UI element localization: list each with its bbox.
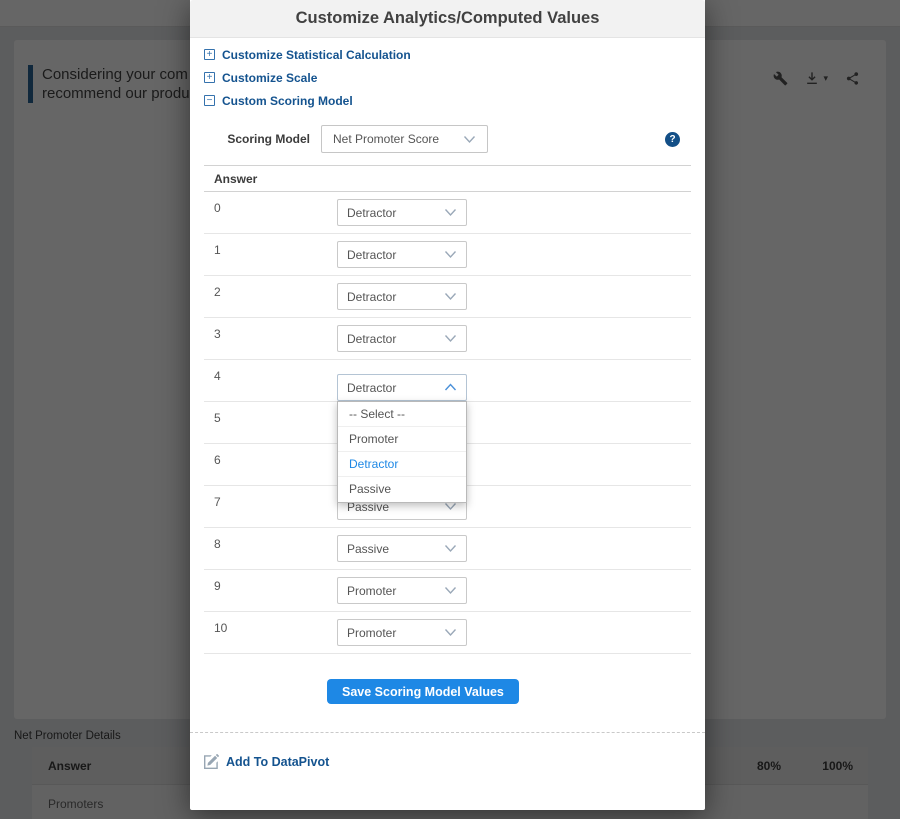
section-customize-statistical-calculation[interactable]: + Customize Statistical Calculation <box>204 43 691 66</box>
select-value: Detractor <box>347 290 396 304</box>
answer-label: 5 <box>214 402 337 425</box>
select-value: Detractor <box>347 332 396 346</box>
category-select-9[interactable]: Promoter <box>337 577 467 604</box>
customize-analytics-modal: Customize Analytics/Computed Values + Cu… <box>190 0 705 810</box>
answer-label: 1 <box>214 234 337 257</box>
edit-pencil-icon <box>204 754 219 769</box>
select-value: Detractor <box>347 206 396 220</box>
chevron-down-icon <box>444 628 457 637</box>
section-customize-scale[interactable]: + Customize Scale <box>204 66 691 89</box>
select-value: Promoter <box>347 626 396 640</box>
expand-plus-icon: + <box>204 72 215 83</box>
select-value: Detractor <box>347 248 396 262</box>
category-select-2[interactable]: Detractor <box>337 283 467 310</box>
chevron-down-icon <box>444 208 457 217</box>
category-select-4-open[interactable]: Detractor <box>337 374 467 401</box>
scoring-model-value: Net Promoter Score <box>333 132 439 146</box>
answer-header-label: Answer <box>214 172 257 186</box>
modal-footer: Add To DataPivot <box>190 733 705 795</box>
answer-row-9: 9 Promoter <box>204 570 691 612</box>
chevron-down-icon <box>444 334 457 343</box>
chevron-down-icon <box>444 250 457 259</box>
answer-row-0: 0 Detractor <box>204 192 691 234</box>
section-label: Custom Scoring Model <box>222 94 353 108</box>
help-question-icon[interactable]: ? <box>665 132 680 147</box>
select-value: Passive <box>347 542 389 556</box>
save-row: Save Scoring Model Values <box>190 679 705 704</box>
dropdown-option-passive[interactable]: Passive <box>338 477 466 502</box>
scoring-table: Answer 0 Detractor 1 Detractor 2 Detract… <box>204 165 691 654</box>
open-select-wrap: Detractor -- Select -- Promoter Detracto… <box>337 374 467 401</box>
chevron-down-icon <box>463 135 476 144</box>
modal-title: Customize Analytics/Computed Values <box>296 9 600 28</box>
answer-label: 3 <box>214 318 337 341</box>
answer-row-2: 2 Detractor <box>204 276 691 318</box>
answer-label: 4 <box>214 360 337 383</box>
select-value: Promoter <box>347 584 396 598</box>
scoring-model-row: Scoring Model Net Promoter Score ? <box>190 125 705 153</box>
collapse-minus-icon: − <box>204 95 215 106</box>
expand-plus-icon: + <box>204 49 215 60</box>
chevron-down-icon <box>444 292 457 301</box>
modal-header: Customize Analytics/Computed Values <box>190 0 705 38</box>
section-list: + Customize Statistical Calculation + Cu… <box>190 38 705 112</box>
chevron-down-icon <box>444 502 457 511</box>
answer-label: 8 <box>214 528 337 551</box>
select-value: Detractor <box>347 381 396 395</box>
add-to-datapivot-label: Add To DataPivot <box>226 755 329 769</box>
scoring-model-select[interactable]: Net Promoter Score <box>321 125 488 153</box>
section-custom-scoring-model[interactable]: − Custom Scoring Model <box>204 89 691 112</box>
category-select-1[interactable]: Detractor <box>337 241 467 268</box>
chevron-down-icon <box>444 586 457 595</box>
answer-label: 6 <box>214 444 337 467</box>
add-to-datapivot-link[interactable]: Add To DataPivot <box>204 754 329 769</box>
category-select-0[interactable]: Detractor <box>337 199 467 226</box>
answer-row-3: 3 Detractor <box>204 318 691 360</box>
section-label: Customize Scale <box>222 71 317 85</box>
category-select-8[interactable]: Passive <box>337 535 467 562</box>
save-scoring-model-button[interactable]: Save Scoring Model Values <box>327 679 519 704</box>
answer-label: 10 <box>214 612 337 635</box>
chevron-up-icon <box>444 383 457 392</box>
category-select-3[interactable]: Detractor <box>337 325 467 352</box>
dropdown-option-select[interactable]: -- Select -- <box>338 402 466 427</box>
answer-row-1: 1 Detractor <box>204 234 691 276</box>
select-dropdown-list: -- Select -- Promoter Detractor Passive <box>337 401 467 503</box>
dropdown-option-detractor-selected[interactable]: Detractor <box>338 452 466 477</box>
answer-row-4: 4 Detractor -- Select -- Promoter Detrac… <box>204 360 691 402</box>
answer-label: 0 <box>214 192 337 215</box>
answer-column-header: Answer <box>204 165 691 192</box>
answer-label: 2 <box>214 276 337 299</box>
answer-row-8: 8 Passive <box>204 528 691 570</box>
section-label: Customize Statistical Calculation <box>222 48 411 62</box>
scoring-model-label: Scoring Model <box>204 132 310 146</box>
answer-row-10: 10 Promoter <box>204 612 691 654</box>
answer-label: 9 <box>214 570 337 593</box>
category-select-10[interactable]: Promoter <box>337 619 467 646</box>
dropdown-option-promoter[interactable]: Promoter <box>338 427 466 452</box>
answer-label: 7 <box>214 486 337 509</box>
chevron-down-icon <box>444 544 457 553</box>
